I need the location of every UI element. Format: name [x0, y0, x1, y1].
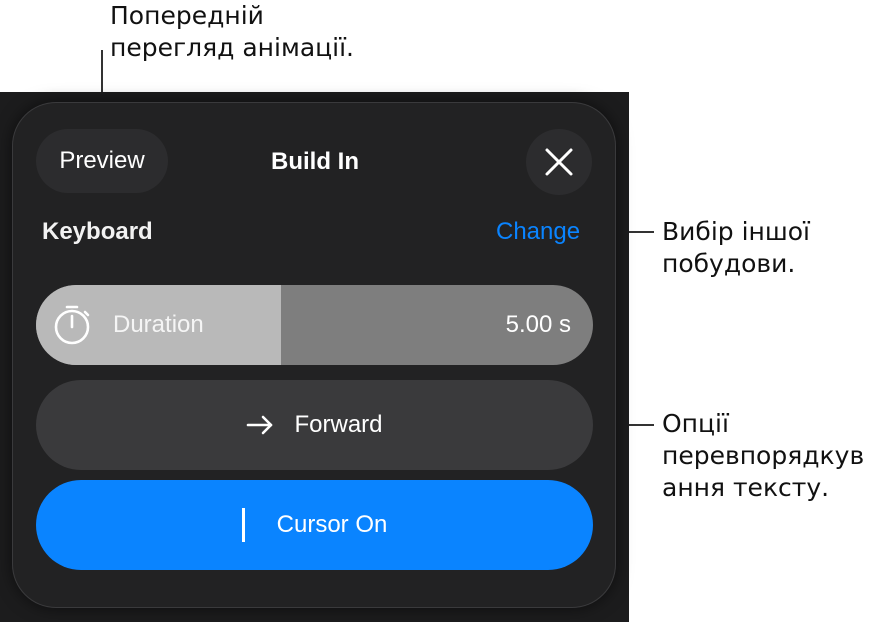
duration-slider[interactable]: Duration 5.00 s — [36, 285, 593, 365]
arrow-right-icon — [246, 415, 274, 435]
duration-value: 5.00 s — [505, 311, 571, 338]
callout-direction: Опції перевпорядкув ання тексту. — [662, 408, 864, 504]
preview-button[interactable]: Preview — [36, 129, 168, 193]
callout-direction-line-3: ання тексту. — [662, 473, 830, 502]
effect-name: Keyboard — [42, 218, 153, 245]
callout-change: Вибір іншої побудови. — [662, 216, 810, 280]
callout-change-line-1: Вибір іншої — [662, 217, 810, 246]
duration-label: Duration — [113, 311, 204, 338]
popover-title: Build In — [271, 148, 359, 175]
close-icon — [545, 148, 573, 176]
cursor-toggle-button[interactable]: Cursor On — [36, 480, 593, 570]
callout-preview: Попередній перегляд анімації. — [110, 0, 354, 64]
stage: Попередній перегляд анімації. Вибір іншо… — [0, 0, 886, 622]
preview-button-label: Preview — [59, 147, 145, 174]
callout-direction-line-1: Опції — [662, 409, 729, 438]
direction-button[interactable]: Forward — [36, 380, 593, 470]
text-cursor-icon — [241, 508, 245, 542]
callout-direction-line-2: перевпорядкув — [662, 441, 865, 470]
close-button[interactable] — [526, 129, 592, 195]
direction-label: Forward — [294, 411, 383, 438]
cursor-label: Cursor On — [276, 511, 388, 538]
callout-change-line-2: побудови. — [662, 249, 796, 278]
callout-preview-line-2: перегляд анімації. — [110, 33, 355, 62]
change-effect-button[interactable]: Change — [496, 212, 580, 252]
callout-preview-line-1: Попередній — [110, 1, 264, 30]
stopwatch-icon — [54, 305, 90, 345]
